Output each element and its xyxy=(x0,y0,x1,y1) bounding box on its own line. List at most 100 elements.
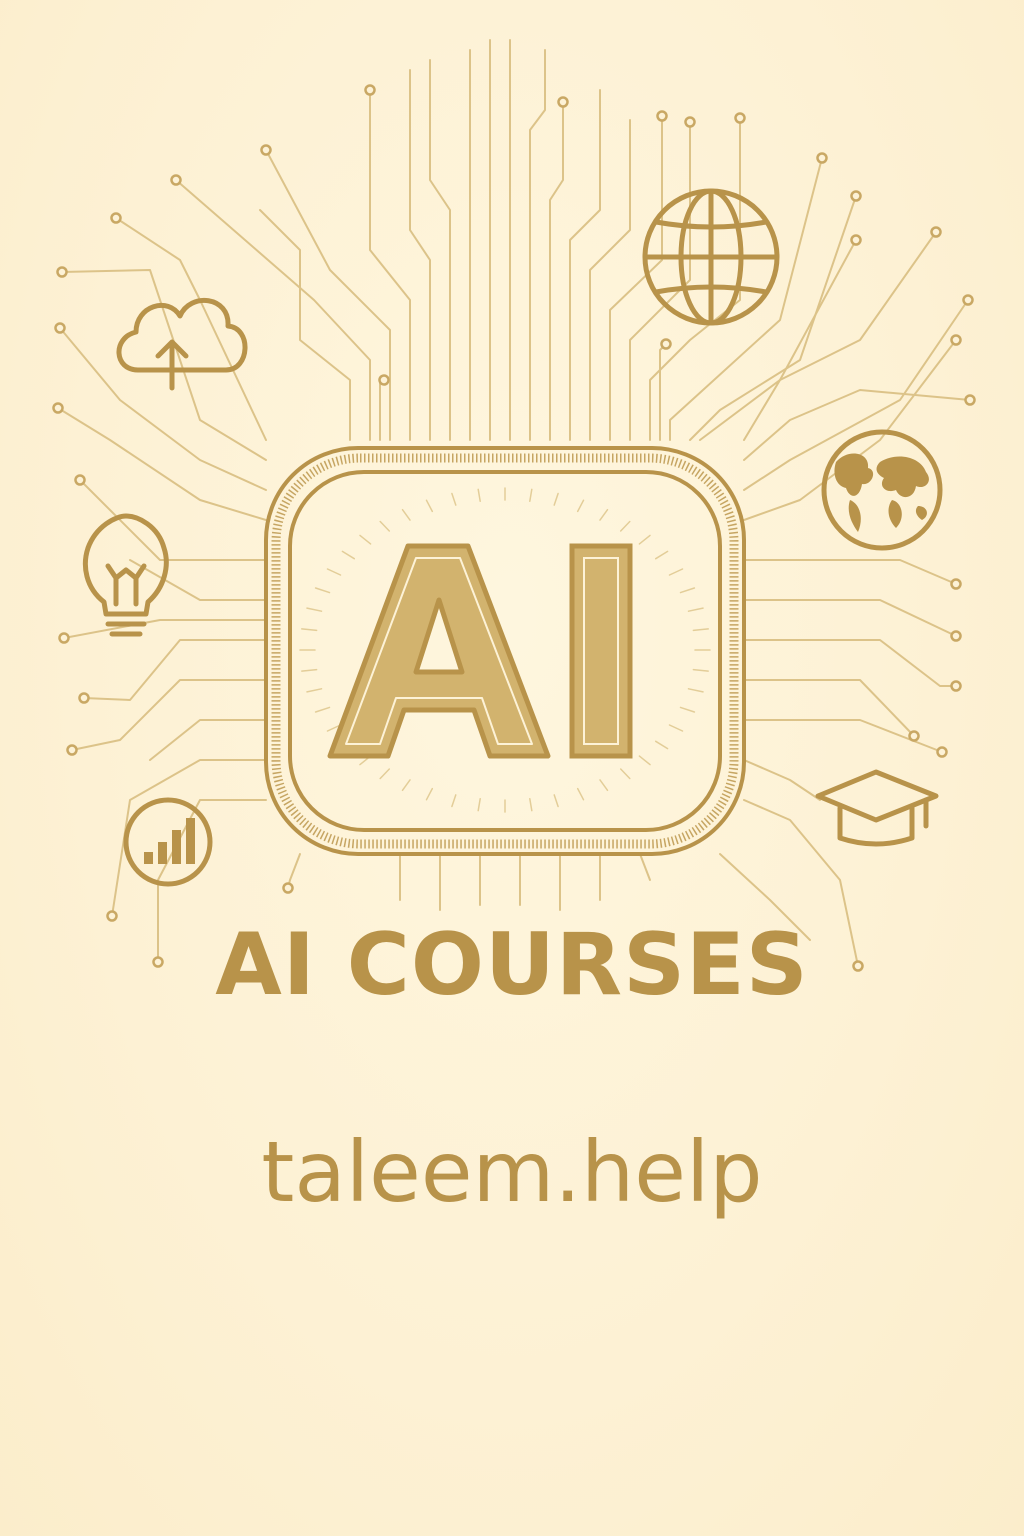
circuit-trace xyxy=(529,49,546,441)
badge-letter-a xyxy=(327,543,551,759)
website-url: taleem.help xyxy=(261,1123,763,1221)
circuit-node xyxy=(950,578,962,590)
badge-ray xyxy=(425,787,434,801)
circuit-trace xyxy=(659,343,667,441)
badge-ray xyxy=(619,768,631,780)
graduation-cap-icon xyxy=(815,769,939,847)
circuit-node xyxy=(936,746,948,758)
badge-ray xyxy=(692,628,709,632)
badge-ray xyxy=(668,724,684,732)
circuit-node xyxy=(850,234,862,246)
circuit-trace xyxy=(549,101,564,441)
circuit-node xyxy=(950,334,962,346)
circuit-node xyxy=(734,112,746,124)
badge-ray xyxy=(306,688,323,693)
headline: AI COURSES xyxy=(215,915,809,1015)
circuit-trace xyxy=(609,115,663,441)
circuit-node xyxy=(282,882,294,894)
badge-ray xyxy=(638,534,651,545)
badge-ray xyxy=(679,587,696,594)
ai-badge: AI xyxy=(264,446,746,856)
badge-ray xyxy=(692,668,709,672)
world-map-icon xyxy=(821,429,943,551)
circuit-trace xyxy=(743,559,957,585)
badge-ray xyxy=(529,488,533,503)
circuit-node xyxy=(908,730,920,742)
badge-ray xyxy=(668,568,684,576)
circuit-node xyxy=(684,116,696,128)
badge-ray xyxy=(401,508,411,521)
badge-ray xyxy=(599,779,609,792)
badge-ray xyxy=(529,797,533,812)
poster: AI COURSES taleem.help xyxy=(0,0,1024,1536)
badge-ray xyxy=(477,797,481,812)
circuit-node xyxy=(950,680,962,692)
circuit-trace xyxy=(57,407,267,521)
circuit-node xyxy=(106,910,118,922)
badge-ray xyxy=(314,706,331,713)
badge-ray xyxy=(379,520,391,532)
badge-ray xyxy=(425,499,434,513)
badge-ray xyxy=(599,508,609,521)
badge-ray xyxy=(314,587,331,594)
circuit-trace xyxy=(649,117,741,441)
circuit-trace xyxy=(743,679,915,737)
circuit-node xyxy=(378,374,390,386)
circuit-node xyxy=(170,174,182,186)
badge-ray xyxy=(654,740,669,750)
circuit-node xyxy=(656,110,668,122)
badge-ray xyxy=(687,688,704,693)
circuit-trace xyxy=(743,759,821,801)
badge-ray xyxy=(638,755,651,766)
circuit-trace xyxy=(83,639,267,701)
circuit-trace xyxy=(63,619,267,639)
badge-ray xyxy=(553,492,559,506)
circuit-trace xyxy=(743,239,857,441)
lightbulb-icon xyxy=(82,513,169,637)
badge-ray xyxy=(576,787,585,801)
badge-ray xyxy=(379,768,391,780)
globe-grid-icon xyxy=(642,188,780,326)
badge-ray xyxy=(654,550,669,560)
circuit-node xyxy=(110,212,122,224)
circuit-trace xyxy=(409,69,431,441)
circuit-node xyxy=(660,338,672,350)
circuit-node xyxy=(52,402,64,414)
badge-ray xyxy=(619,520,631,532)
badge-letter-i xyxy=(569,543,633,759)
circuit-node xyxy=(58,632,70,644)
circuit-node xyxy=(74,474,86,486)
circuit-node xyxy=(56,266,68,278)
circuit-trace xyxy=(639,853,651,881)
badge-ray xyxy=(341,550,356,560)
badge-ray xyxy=(301,668,318,672)
circuit-trace xyxy=(71,679,267,751)
badge-ray xyxy=(359,534,372,545)
circuit-trace xyxy=(429,59,451,441)
badge-ray xyxy=(451,794,457,808)
badge-ray xyxy=(326,568,342,576)
badge-ray xyxy=(576,499,585,513)
badge-ray xyxy=(477,488,481,503)
circuit-node xyxy=(964,394,976,406)
badge-ray xyxy=(679,706,696,713)
circuit-node xyxy=(950,630,962,642)
circuit-node xyxy=(364,84,376,96)
badge-ray xyxy=(301,628,318,632)
bar-chart-icon xyxy=(123,797,213,887)
circuit-node xyxy=(930,226,942,238)
circuit-node xyxy=(557,96,569,108)
badge-ray xyxy=(306,607,323,612)
badge-ray xyxy=(553,794,559,808)
circuit-node xyxy=(962,294,974,306)
badge-ray xyxy=(451,492,457,506)
circuit-node xyxy=(850,190,862,202)
circuit-trace xyxy=(743,599,957,637)
circuit-node xyxy=(54,322,66,334)
cloud-upload-icon xyxy=(116,298,248,391)
circuit-trace xyxy=(265,149,391,441)
circuit-node xyxy=(78,692,90,704)
circuit-trace xyxy=(379,379,385,441)
circuit-trace xyxy=(743,389,971,461)
circuit-node xyxy=(260,144,272,156)
